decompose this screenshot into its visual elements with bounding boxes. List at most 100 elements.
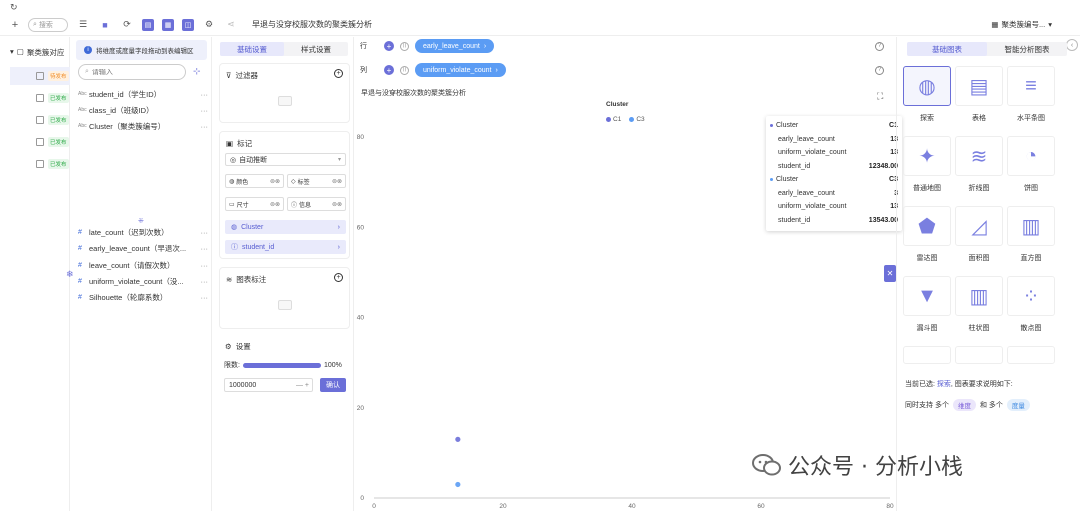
status-badge: 已发布 bbox=[48, 93, 69, 103]
tab-basic-charts[interactable]: 基础图表 bbox=[907, 42, 987, 56]
size-mark-button[interactable]: ▭ 尺寸 ⊚⊗ bbox=[225, 197, 284, 211]
palette-icon: ◍ bbox=[229, 178, 235, 185]
list-icon[interactable]: ☰ bbox=[76, 18, 90, 32]
size-icon: ▭ bbox=[229, 201, 235, 208]
chart-type-option[interactable] bbox=[903, 346, 951, 364]
folder-icon: ▢ bbox=[16, 47, 24, 56]
exchange-icon[interactable]: ⟨⟩ bbox=[400, 65, 409, 75]
help-icon[interactable]: ? bbox=[875, 65, 884, 75]
scatter-point bbox=[455, 481, 461, 488]
more-icon[interactable]: ··· bbox=[198, 261, 209, 270]
mark-field-chip[interactable]: ⓘ student_id › bbox=[225, 240, 346, 254]
save-icon[interactable]: ■ bbox=[98, 18, 112, 32]
measure-field[interactable]: # Silhouette（轮廓系数） ··· bbox=[78, 290, 208, 304]
mark-field-chip[interactable]: ◍ Cluster › bbox=[225, 220, 346, 234]
row-field-pill[interactable]: early_leave_count › bbox=[415, 39, 495, 53]
field-search-input[interactable] bbox=[91, 68, 172, 76]
more-icon[interactable]: ··· bbox=[198, 122, 209, 131]
chart-type-label: 面积图 bbox=[968, 255, 990, 262]
tree-item[interactable]: 已发布 bbox=[10, 133, 70, 151]
chart-type-option[interactable]: ◔ bbox=[1007, 136, 1055, 176]
measure-field[interactable]: # uniform_violate_count（没... ··· bbox=[78, 274, 208, 288]
chart-type-option[interactable] bbox=[1007, 346, 1055, 364]
chart-type-option[interactable]: ⁘ bbox=[1007, 276, 1055, 316]
more-icon[interactable]: ··· bbox=[198, 293, 209, 302]
search-input[interactable]: ⌕ 搜索 bbox=[28, 17, 68, 32]
tab-smart-charts[interactable]: 智能分析图表 bbox=[987, 42, 1067, 56]
report-icon[interactable]: ▤ bbox=[142, 18, 154, 31]
measure-field[interactable]: # early_leave_count（早退次... ··· bbox=[78, 241, 208, 255]
limit-number-input[interactable]: 1000000 — + bbox=[224, 378, 313, 392]
tree-item[interactable]: 待发布 bbox=[10, 67, 70, 85]
stepper-icon[interactable]: — + bbox=[296, 382, 309, 389]
dimension-field[interactable]: Abc class_id（班级ID） ··· bbox=[78, 103, 208, 117]
measure-field[interactable]: # leave_count（请假次数） ··· bbox=[78, 258, 208, 272]
dimension-field[interactable]: Abc student_id（学生ID） ··· bbox=[78, 87, 208, 101]
tree-item[interactable]: 已发布 bbox=[10, 111, 70, 129]
add-annotation-icon[interactable]: + bbox=[334, 273, 343, 282]
info-mark-button[interactable]: ⓘ 信息 ⊚⊗ bbox=[287, 197, 346, 211]
tree-root[interactable]: ▾ ▢ 聚类簇对应 bbox=[10, 47, 64, 58]
chart-type-label: 雷达图 bbox=[916, 255, 938, 262]
limit-slider-bar[interactable] bbox=[242, 362, 321, 368]
exchange-icon[interactable]: ⟨⟩ bbox=[400, 41, 409, 51]
chart-type-option[interactable]: ⬟ bbox=[903, 206, 951, 246]
confirm-button[interactable]: 确认 bbox=[320, 378, 346, 392]
share-icon[interactable]: ⋖ bbox=[224, 18, 238, 32]
chart-type-option[interactable]: ≋ bbox=[955, 136, 1003, 176]
more-icon[interactable]: ··· bbox=[198, 244, 209, 253]
dataset-icon[interactable]: ▦ bbox=[162, 18, 174, 31]
tree-item[interactable]: 已发布 bbox=[10, 89, 70, 107]
color-mark-button[interactable]: ◍ 颜色 ⊚⊗ bbox=[225, 174, 284, 188]
settings-panel: 基础设置 样式设置 ⊽ 过滤器 + ▣ 标记 ◎ 自动推断 ▾ ◍ 颜色 ⊚⊗ … bbox=[214, 37, 354, 511]
dimension-field[interactable]: Abc Cluster（聚类簇编号） ··· bbox=[78, 119, 208, 133]
tooltip-row: early_leave_count 3 bbox=[778, 189, 898, 197]
chart-type-option[interactable]: ▼ bbox=[903, 276, 951, 316]
fullscreen-icon[interactable]: ⛶ bbox=[877, 91, 883, 102]
tab-style-settings[interactable]: 样式设置 bbox=[284, 42, 348, 56]
chart-type-icon: ▥ bbox=[969, 285, 989, 308]
add-column-icon[interactable]: + bbox=[384, 65, 394, 75]
more-icon[interactable]: ··· bbox=[198, 90, 209, 99]
more-icon[interactable]: ··· bbox=[198, 277, 209, 286]
chart-type-label: 直方图 bbox=[1020, 255, 1042, 262]
chart-type-option[interactable]: ◍ bbox=[903, 66, 951, 106]
limit-slider[interactable]: 限数: 100% bbox=[224, 360, 349, 370]
more-icon[interactable]: ··· bbox=[198, 228, 209, 237]
more-icon[interactable]: ··· bbox=[198, 106, 209, 115]
add-filter-icon[interactable]: + bbox=[334, 69, 343, 78]
gear-icon[interactable]: ⚙ bbox=[202, 18, 216, 32]
chart-type-option[interactable]: ◿ bbox=[955, 206, 1003, 246]
add-row-icon[interactable]: + bbox=[384, 41, 394, 51]
legend-item[interactable]: C1 bbox=[606, 116, 621, 123]
watermark: 公众号 · 分析小栈 bbox=[752, 449, 963, 481]
legend-item[interactable]: C3 bbox=[629, 116, 645, 123]
chart-type-option[interactable]: ✦ bbox=[903, 136, 951, 176]
tree-item[interactable]: 已发布 bbox=[10, 155, 70, 173]
close-panel-icon[interactable]: ✕ bbox=[884, 265, 896, 282]
chart-type-label: 表格 bbox=[972, 115, 986, 122]
chart-type-option[interactable]: ▥ bbox=[955, 276, 1003, 316]
x-tick-label: 0 bbox=[372, 503, 376, 510]
sync-icon[interactable]: ⟳ bbox=[120, 18, 134, 32]
dashboard-icon[interactable]: ◫ bbox=[182, 18, 194, 31]
chart-type-option[interactable]: ▥ bbox=[1007, 206, 1055, 246]
tooltip-row: uniform_violate_count 13 bbox=[778, 149, 898, 157]
dataset-selector[interactable]: ▦ 聚类簇编号... ▾ bbox=[991, 19, 1052, 30]
tab-basic-settings[interactable]: 基础设置 bbox=[220, 42, 284, 56]
label-mark-button[interactable]: ◇ 标签 ⊚⊗ bbox=[287, 174, 346, 188]
measure-field[interactable]: # late_count（迟到次数） ··· bbox=[78, 225, 208, 239]
column-field-pill[interactable]: uniform_violate_count › bbox=[415, 63, 506, 77]
add-field-icon[interactable]: ⊹ bbox=[193, 66, 201, 77]
add-icon[interactable]: + bbox=[8, 18, 22, 32]
mark-type-select[interactable]: ◎ 自动推断 ▾ bbox=[225, 153, 346, 166]
chart-type-option[interactable] bbox=[955, 346, 1003, 364]
chart-type-option[interactable]: ▤ bbox=[955, 66, 1003, 106]
chart-type-option[interactable]: ≡ bbox=[1007, 66, 1055, 106]
help-icon[interactable]: ? bbox=[875, 41, 884, 51]
tooltip-swatch bbox=[770, 124, 773, 128]
y-tick-label: 80 bbox=[357, 134, 365, 141]
chart-type-icon: ⬟ bbox=[918, 215, 936, 238]
refresh-icon[interactable]: ↻ bbox=[10, 2, 18, 13]
splitter-handle[interactable]: ⁜ bbox=[138, 217, 144, 225]
